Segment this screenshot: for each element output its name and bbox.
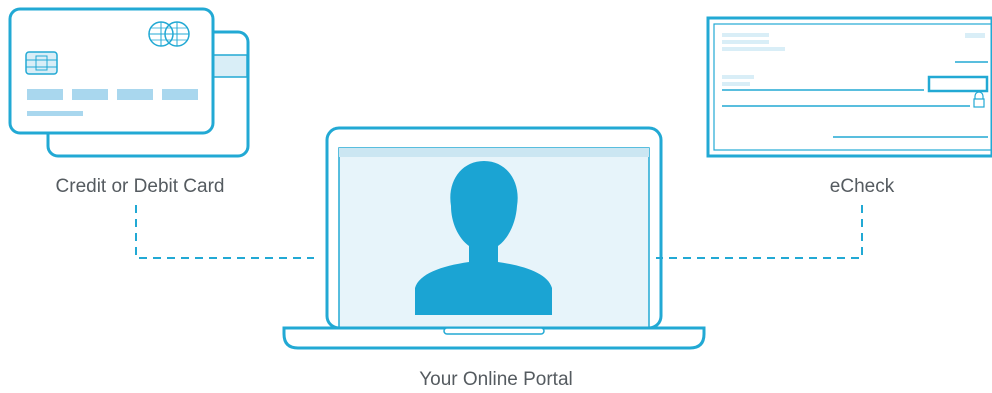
card-number-block [27, 89, 63, 100]
echeck-icon [706, 16, 992, 158]
label-your-online-portal: Your Online Portal [419, 369, 573, 390]
label-echeck: eCheck [829, 176, 895, 197]
chip-icon [25, 51, 58, 75]
label-credit-or-debit-card: Credit or Debit Card [55, 176, 225, 197]
card-number-block [117, 89, 153, 100]
laptop-user-icon [282, 126, 706, 350]
laptop-notch [443, 327, 545, 335]
credit-card-icon [8, 7, 215, 135]
connector-card-to-portal [135, 205, 314, 259]
card-number-block [72, 89, 108, 100]
screen-titlebar [339, 148, 649, 157]
card-name-line [27, 111, 83, 116]
payment-options-diagram: .ol { fill: #ffffff; stroke: #22a9d4; st… [0, 0, 992, 390]
card-number-block [162, 89, 198, 100]
connector-echeck-to-portal [656, 205, 863, 259]
